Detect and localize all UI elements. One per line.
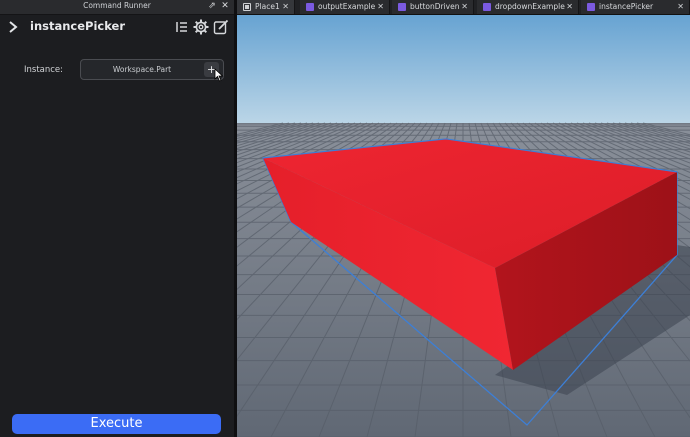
execute-button[interactable]: Execute <box>12 414 221 434</box>
tab-buttondriven[interactable]: buttonDriven ✕ <box>392 0 474 14</box>
tab-place1[interactable]: Place1 ✕ <box>237 0 295 14</box>
tab-instancepicker[interactable]: instancePicker ✕ <box>581 0 690 14</box>
command-runner-panel: Command Runner ⇗ ✕ instancePicker Instan… <box>0 0 234 437</box>
place-icon <box>243 3 251 11</box>
panel-header: instancePicker <box>0 15 234 39</box>
3d-viewport[interactable] <box>237 15 690 437</box>
instance-field[interactable]: Workspace.Part + <box>80 59 224 80</box>
studio-window: Command Runner ⇗ ✕ instancePicker Instan… <box>0 0 690 437</box>
script-icon <box>398 3 406 11</box>
edit-icon[interactable] <box>213 19 229 35</box>
mouse-cursor-icon <box>214 68 224 82</box>
float-icon[interactable]: ⇗ <box>207 1 217 12</box>
panel-titlebar: Command Runner ⇗ ✕ <box>0 0 234 15</box>
close-icon[interactable]: ✕ <box>566 0 573 14</box>
tab-label: buttonDriven <box>410 2 460 11</box>
tab-label: instancePicker <box>599 2 654 11</box>
tab-label: dropdownExample <box>495 2 565 11</box>
viewport-scene <box>237 15 690 437</box>
sky <box>237 15 690 125</box>
close-icon[interactable]: ✕ <box>461 0 468 14</box>
tab-dropdownexample[interactable]: dropdownExample ✕ <box>477 0 579 14</box>
close-panel-icon[interactable]: ✕ <box>220 1 230 12</box>
close-icon[interactable]: ✕ <box>377 0 384 14</box>
list-icon[interactable] <box>174 19 190 35</box>
tab-label: Place1 <box>255 2 280 11</box>
document-tabbar: Place1 ✕ outputExample ✕ buttonDriven ✕ … <box>237 0 690 15</box>
chevron-right-icon[interactable] <box>8 20 18 34</box>
close-icon[interactable]: ✕ <box>677 0 684 14</box>
script-icon <box>306 3 314 11</box>
page-title: instancePicker <box>30 19 126 33</box>
close-icon[interactable]: ✕ <box>282 0 289 14</box>
tab-outputexample[interactable]: outputExample ✕ <box>300 0 390 14</box>
tab-label: outputExample <box>318 2 376 11</box>
gear-icon[interactable] <box>193 19 209 35</box>
instance-label: Instance: <box>24 65 64 75</box>
instance-value: Workspace.Part <box>112 65 172 74</box>
panel-title: Command Runner <box>83 1 151 10</box>
script-icon <box>587 3 595 11</box>
script-icon <box>483 3 491 11</box>
